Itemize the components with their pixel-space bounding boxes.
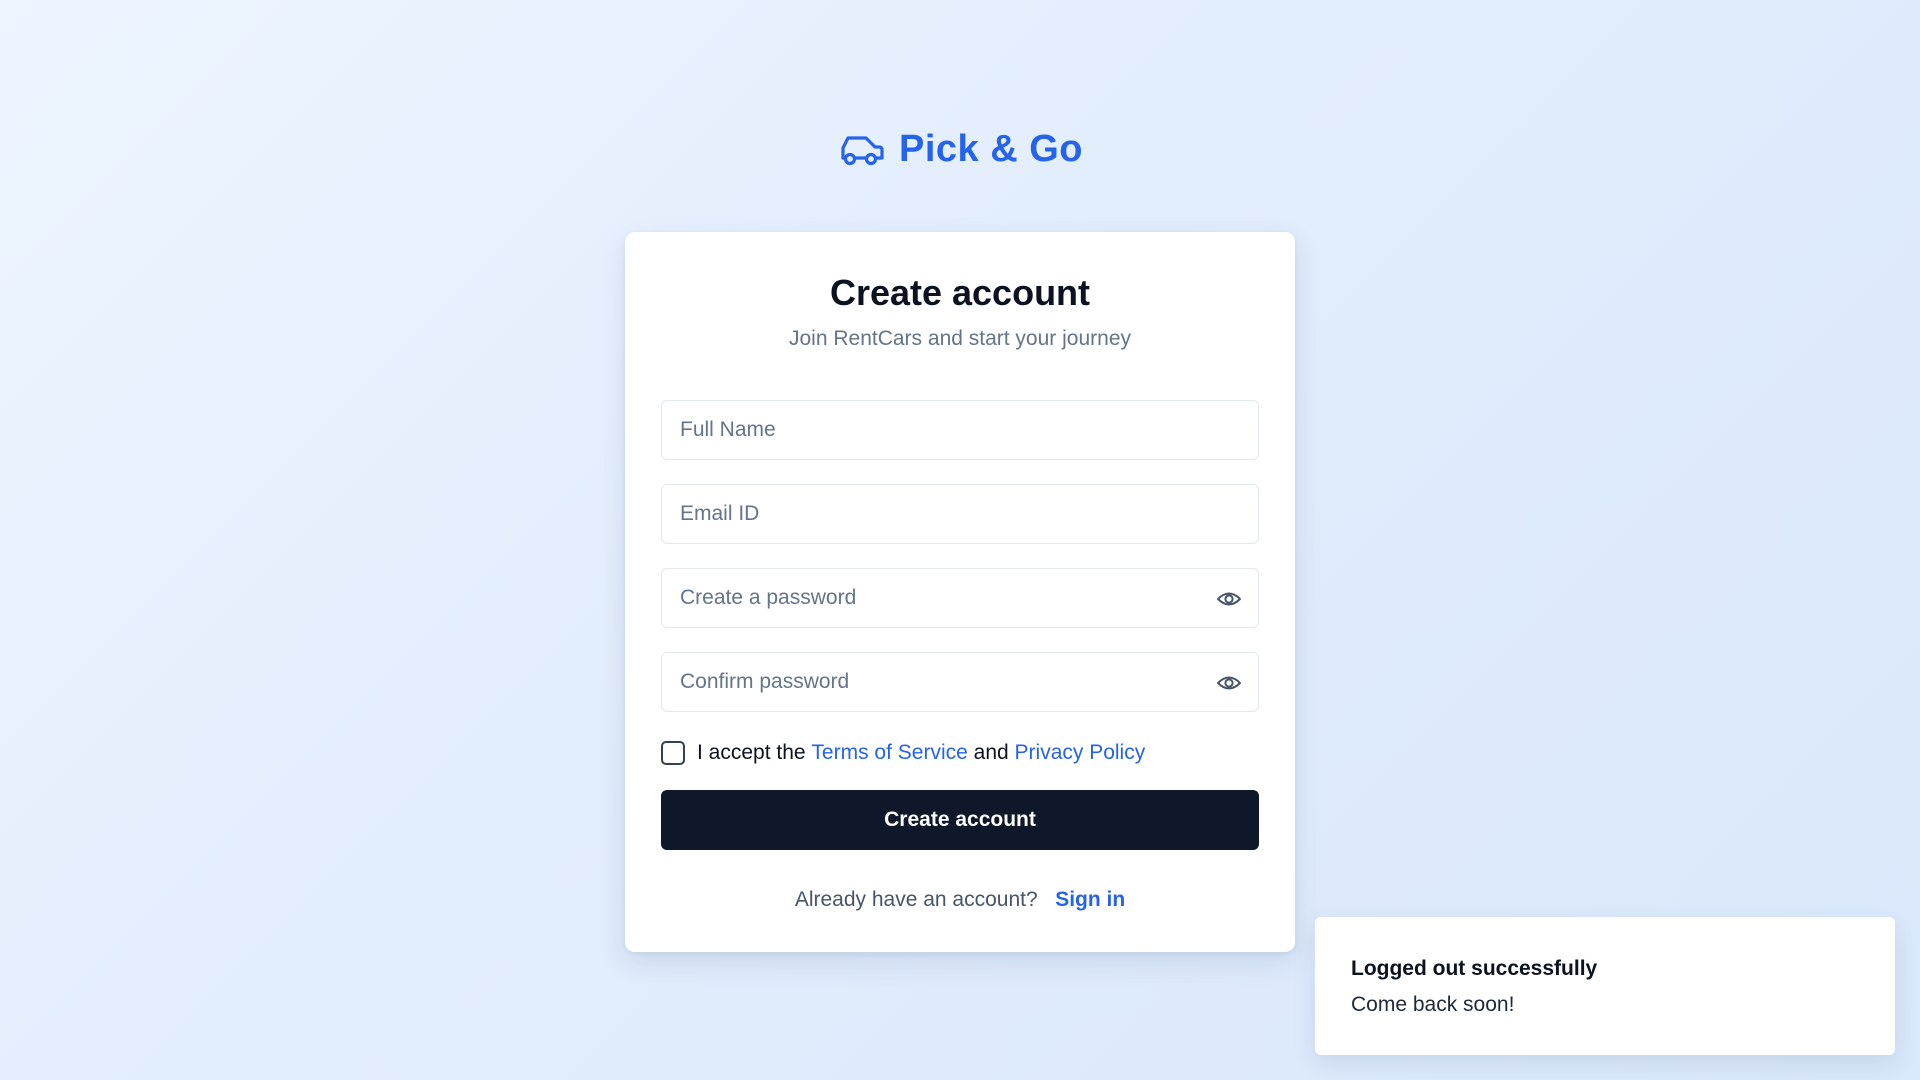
terms-connector: and (973, 741, 1009, 764)
signin-row: Already have an account? Sign in (625, 888, 1295, 912)
signup-card: Create account Join RentCars and start y… (625, 232, 1295, 952)
terms-prefix: I accept the (697, 741, 806, 764)
eye-icon[interactable] (1216, 587, 1242, 611)
terms-of-service-link[interactable]: Terms of Service (811, 741, 967, 765)
terms-row: I accept the Terms of Service and Privac… (661, 738, 1145, 768)
password-field-wrapper (661, 568, 1259, 628)
page-subtitle: Join RentCars and start your journey (789, 327, 1131, 350)
privacy-policy-link[interactable]: Privacy Policy (1015, 741, 1146, 765)
terms-checkbox[interactable] (661, 741, 685, 765)
create-account-button[interactable]: Create account (661, 790, 1259, 850)
signin-prompt: Already have an account? (794, 888, 1038, 911)
email-input[interactable] (662, 485, 1258, 543)
full-name-input[interactable] (662, 401, 1258, 459)
car-icon (841, 135, 884, 165)
brand-name: Pick & Go (899, 128, 1083, 170)
full-name-field-wrapper (661, 400, 1259, 460)
eye-icon[interactable] (1216, 671, 1242, 695)
toast-description: Come back soon! (1351, 993, 1515, 1016)
toast-title: Logged out successfully (1351, 957, 1598, 980)
sign-in-link[interactable]: Sign in (1055, 888, 1125, 911)
toast-notification: Logged out successfully Come back soon! (1315, 917, 1895, 1055)
brand-header: Pick & Go (0, 128, 1920, 171)
email-field-wrapper (661, 484, 1259, 544)
confirm-password-input[interactable] (662, 653, 1258, 711)
confirm-password-field-wrapper (661, 652, 1259, 712)
password-input[interactable] (662, 569, 1258, 627)
page-title: Create account (829, 272, 1091, 313)
